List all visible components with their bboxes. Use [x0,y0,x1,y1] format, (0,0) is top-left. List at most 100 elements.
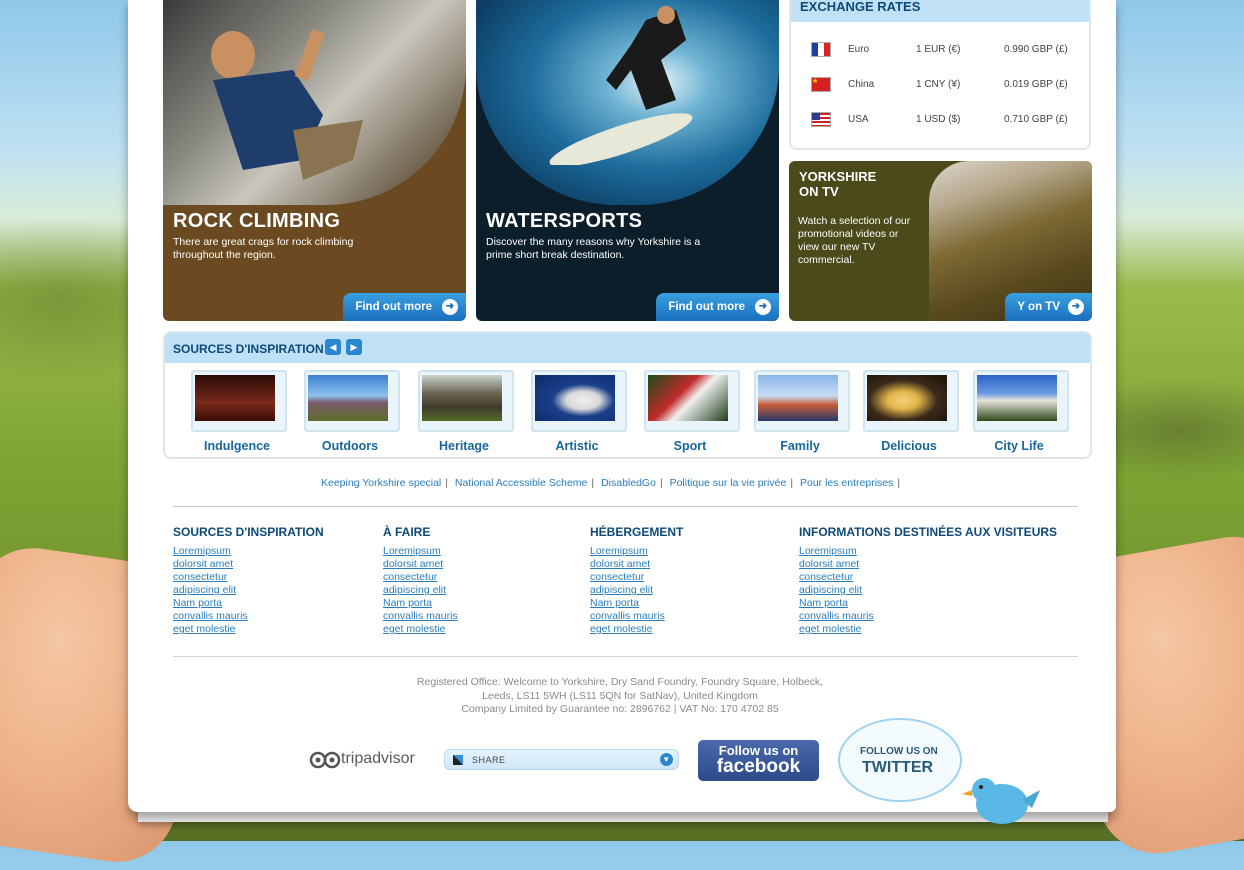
sitemap-link[interactable]: adipiscing elit [173,584,324,597]
carousel-next-icon[interactable]: ▶ [346,339,362,355]
yorkshire-on-tv-panel: YORKSHIRE ON TV Watch a selection of our… [789,161,1092,321]
sitemap-link[interactable]: adipiscing elit [383,584,458,597]
sitemap-column: SOURCES D'INSPIRATION Loremipsum dolorsi… [173,525,324,636]
tripadvisor-logo[interactable]: tripadvisor [309,749,415,771]
y-on-tv-button[interactable]: Y on TV ➜ [1005,293,1092,321]
sitemap-link[interactable]: adipiscing elit [799,584,1057,597]
sitemap-link[interactable]: consectetur [173,571,324,584]
inspiration-item-outdoors[interactable]: Outdoors [301,370,400,453]
inspiration-item-heritage[interactable]: Heritage [415,370,514,453]
currency-name: China [848,79,875,90]
button-label: Y on TV [1017,301,1060,313]
follow-facebook-button[interactable]: Follow us on facebook [698,740,819,781]
sitemap-link[interactable]: convallis mauris [173,610,324,623]
sitemap-link[interactable]: Loremipsum [173,545,324,558]
heritage-thumbnail [422,375,502,421]
carousel-prev-icon[interactable]: ◀ [325,339,341,355]
delicious-thumbnail [867,375,947,421]
indulgence-thumbnail [195,375,275,421]
footer-link[interactable]: Politique sur la vie privée [670,477,787,489]
feature-rock-climbing: ROCK CLIMBING There are great crags for … [163,0,466,321]
rate-row-usa: USA 1 USD ($) 0.710 GBP (£) [811,112,1071,128]
usa-flag-icon [811,112,831,127]
currency-from: 1 CNY (¥) [916,79,961,90]
inspiration-item-family[interactable]: Family [751,370,850,453]
inspiration-carousel: SOURCES D'INSPIRATION ◀ ▶ Indulgence Out… [163,331,1092,459]
item-label: Artistic [555,439,599,453]
column-heading: SOURCES D'INSPIRATION [173,525,324,539]
exchange-rates-title: EXCHANGE RATES [791,0,1089,22]
sitemap-link[interactable]: convallis mauris [590,610,683,623]
share-button[interactable]: SHARE ▼ [444,749,679,770]
sitemap-link[interactable]: eget molestie [590,623,683,636]
sitemap-link[interactable]: Loremipsum [590,545,683,558]
find-out-more-button[interactable]: Find out more ➜ [343,293,466,321]
france-flag-icon [811,42,831,57]
artistic-thumbnail [535,375,615,421]
footer-link[interactable]: Keeping Yorkshire special [321,477,441,489]
inspiration-header: SOURCES D'INSPIRATION ◀ ▶ [165,333,1090,363]
arrow-right-icon: ➜ [1068,299,1084,315]
surfer-silhouette [549,6,693,165]
sitemap-link[interactable]: eget molestie [383,623,458,636]
footer-link[interactable]: National Accessible Scheme [455,477,588,489]
outdoors-thumbnail [308,375,388,421]
exchange-rates-panel: EXCHANGE RATES Euro 1 EUR (€) 0.990 GBP … [789,0,1091,150]
sitemap-link[interactable]: eget molestie [799,623,1057,636]
feature-title: WATERSPORTS [486,210,643,232]
item-label: Outdoors [321,439,379,453]
sitemap-link[interactable]: dolorsit amet [173,558,324,571]
sitemap-column: INFORMATIONS DESTINÉES AUX VISITEURS Lor… [799,525,1057,636]
currency-to: 0.990 GBP (£) [1004,44,1068,55]
rate-row-euro: Euro 1 EUR (€) 0.990 GBP (£) [811,42,1071,58]
divider [173,656,1078,657]
sitemap-link[interactable]: dolorsit amet [383,558,458,571]
currency-to: 0.019 GBP (£) [1004,79,1068,90]
item-label: Delicious [881,439,937,453]
sitemap-link[interactable]: Nam porta [590,597,683,610]
sitemap-link[interactable]: consectetur [799,571,1057,584]
sitemap-link[interactable]: Nam porta [799,597,1057,610]
column-heading: HÉBERGEMENT [590,525,684,539]
sitemap-link[interactable]: Loremipsum [799,545,1057,558]
sitemap-link[interactable]: Nam porta [383,597,458,610]
divider [173,506,1078,507]
footer-link[interactable]: Pour les entreprises [800,477,893,489]
button-label: Find out more [355,301,432,313]
item-label: Sport [673,439,707,453]
sitemap-link[interactable]: Nam porta [173,597,324,610]
share-label: SHARE [472,755,506,765]
find-out-more-button[interactable]: Find out more ➜ [656,293,779,321]
sitemap-link[interactable]: consectetur [383,571,458,584]
footer-links: Keeping Yorkshire special | National Acce… [321,477,901,489]
inspiration-item-city-life[interactable]: City Life [970,370,1069,453]
tv-title: YORKSHIRE ON TV [799,169,877,199]
inspiration-item-artistic[interactable]: Artistic [528,370,627,453]
sitemap-link[interactable]: Loremipsum [383,545,458,558]
item-label: Heritage [438,439,490,453]
sitemap-column: HÉBERGEMENT Loremipsum dolorsit amet con… [590,525,683,636]
sitemap-link[interactable]: dolorsit amet [590,558,683,571]
sitemap-link[interactable]: consectetur [590,571,683,584]
button-label: Find out more [668,301,745,313]
feature-watersports: WATERSPORTS Discover the many reasons wh… [476,0,779,321]
item-label: Family [780,439,820,453]
follow-twitter-button[interactable]: FOLLOW US ON TWITTER [838,718,962,802]
inspiration-item-sport[interactable]: Sport [641,370,740,453]
address-line: Registered Office: Welcome to Yorkshire,… [416,676,824,688]
currency-name: Euro [848,44,870,55]
currency-from: 1 USD ($) [916,114,961,125]
sitemap-link[interactable]: convallis mauris [799,610,1057,623]
sitemap-link[interactable]: adipiscing elit [590,584,683,597]
inspiration-item-indulgence[interactable]: Indulgence [188,370,287,453]
currency-name: USA [848,114,869,125]
sitemap-link[interactable]: dolorsit amet [799,558,1057,571]
sitemap-link[interactable]: eget molestie [173,623,324,636]
twitter-top-label: FOLLOW US ON [860,746,938,757]
tv-description: Watch a selection of our promotional vid… [798,215,911,266]
address-line: Leeds, LS11 5WH (LS11 5QN for SatNav), U… [482,689,758,702]
inspiration-item-delicious[interactable]: Delicious [860,370,959,453]
sitemap-link[interactable]: convallis mauris [383,610,458,623]
footer-link[interactable]: DisabledGo [601,477,656,489]
tripadvisor-owl-icon [309,751,341,769]
